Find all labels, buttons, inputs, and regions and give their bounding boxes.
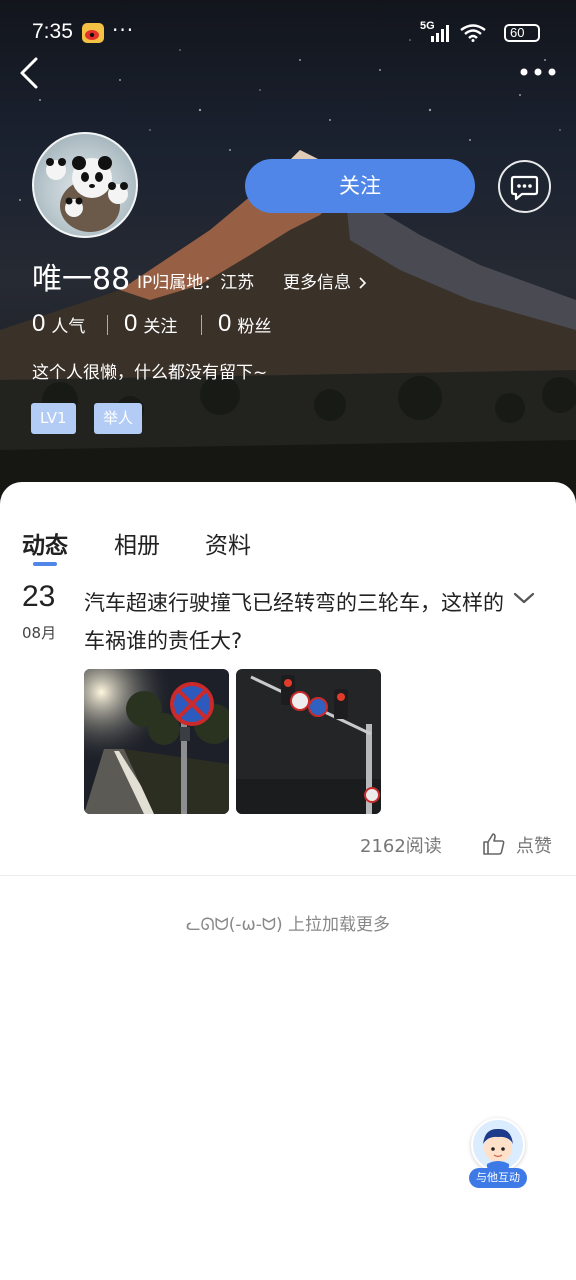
post-read-count: 2162阅读 — [360, 836, 442, 857]
chevron-right-icon — [359, 277, 367, 289]
post-image-1[interactable] — [84, 669, 229, 814]
profile-header: 7:35 ··· 5G 60 关注 唯一88 IP归属地：江苏 更多信息 0 人… — [0, 0, 576, 510]
message-button[interactable] — [498, 160, 551, 213]
post-image-2[interactable] — [236, 669, 381, 814]
chat-bubble-icon — [510, 175, 539, 201]
battery-level: 60 — [510, 25, 525, 40]
back-arrow-icon[interactable] — [16, 56, 42, 90]
stat-divider — [107, 315, 108, 335]
active-tab-indicator — [33, 562, 57, 566]
like-button-label[interactable]: 点赞 — [516, 832, 552, 858]
tab-profile-info[interactable]: 资料 — [205, 526, 251, 560]
interact-floating-button[interactable]: 与他互动 — [469, 1118, 527, 1190]
stat-value: 0 — [124, 310, 138, 337]
stat-label: 粉丝 — [237, 316, 272, 337]
more-info-label: 更多信息 — [283, 273, 351, 293]
night-road-sign-photo — [84, 669, 229, 814]
stat-fans[interactable]: 0 粉丝 — [218, 310, 271, 338]
profile-bio: 这个人很懒，什么都没有留下~ — [32, 363, 268, 383]
level-badge[interactable]: LV1 — [31, 403, 76, 434]
wifi-icon — [460, 24, 486, 42]
load-more-hint: ᓚᘏᗢ(-ω-ᗢ) 上拉加载更多 — [186, 915, 390, 935]
interact-label: 与他互动 — [469, 1168, 527, 1188]
stat-label: 人气 — [51, 316, 86, 337]
status-time: 7:35 — [32, 20, 73, 43]
signal-icon — [431, 25, 449, 42]
status-bar: 7:35 ··· 5G 60 — [0, 0, 576, 66]
username: 唯一88 — [32, 262, 131, 297]
battery-icon: 60 — [504, 24, 540, 42]
rank-badge[interactable]: 举人 — [94, 403, 143, 434]
status-more-dots: ··· — [112, 18, 135, 42]
stat-divider — [201, 315, 202, 335]
chevron-down-icon[interactable] — [512, 590, 536, 606]
post-title[interactable]: 汽车超速行驶撞飞已经转弯的三轮车，这样的车祸谁的责任大? — [84, 584, 504, 660]
divider — [0, 875, 576, 876]
ip-location: IP归属地：江苏 — [137, 273, 255, 293]
tab-album[interactable]: 相册 — [114, 526, 160, 560]
avatar[interactable] — [32, 132, 138, 238]
more-info-link[interactable]: 更多信息 — [283, 268, 368, 293]
stat-popularity[interactable]: 0 人气 — [32, 310, 85, 338]
avatar-boy-icon — [471, 1118, 525, 1172]
more-options-icon[interactable] — [518, 64, 558, 80]
panda-avatar-image — [46, 156, 128, 232]
tab-feed[interactable]: 动态 — [22, 526, 68, 560]
follow-button[interactable]: 关注 — [245, 159, 475, 213]
weibo-icon — [82, 23, 104, 43]
status-indicators: 5G 60 — [420, 20, 540, 44]
traffic-light-photo — [236, 669, 381, 814]
stat-label: 关注 — [143, 316, 178, 337]
post-date-day: 23 — [22, 580, 56, 613]
stat-following[interactable]: 0 关注 — [124, 310, 177, 338]
stat-value: 0 — [32, 310, 46, 337]
post-date-month: 08月 — [22, 624, 57, 642]
stat-value: 0 — [218, 310, 232, 337]
thumbs-up-icon[interactable] — [482, 832, 506, 856]
